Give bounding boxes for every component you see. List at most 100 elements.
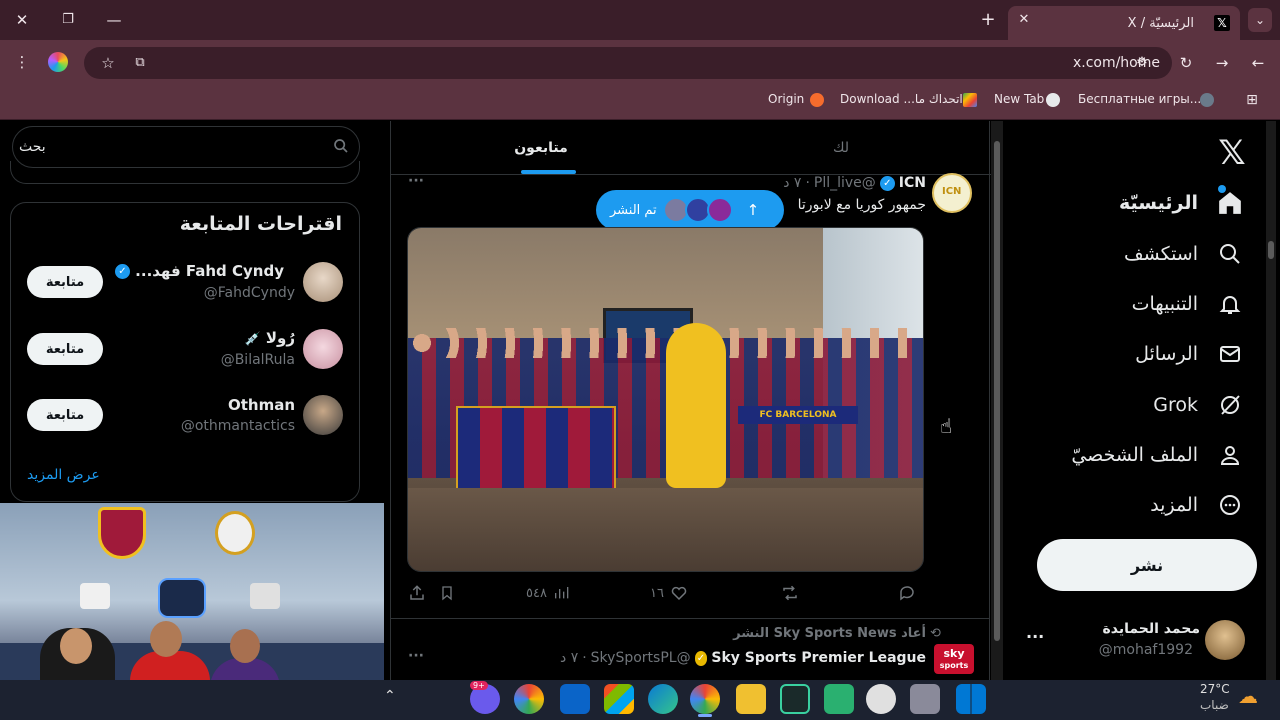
new-tab-icon[interactable]: + (976, 8, 1000, 32)
page-scrollbar[interactable] (1266, 121, 1276, 680)
views-button[interactable]: ٥٤٨ (526, 584, 569, 602)
reply-button[interactable] (898, 584, 916, 602)
sky-avatar-top: sky (943, 647, 965, 660)
page-scrollbar-thumb[interactable] (1268, 241, 1274, 259)
nav-messages[interactable]: الرسائل (1135, 334, 1244, 374)
nav-home-label: الرئيسيّة (1119, 192, 1198, 214)
sky-sports-avatar[interactable]: sky sports (934, 644, 974, 674)
close-window-icon[interactable]: ✕ (10, 8, 34, 32)
suggestion-avatar[interactable] (303, 262, 343, 302)
tab-search-icon[interactable]: ⌄ (1248, 8, 1272, 32)
suggestion-name[interactable]: رُولا 💉 (110, 329, 295, 347)
repost-icon (783, 585, 797, 601)
account-avatar[interactable] (1205, 620, 1245, 660)
tweet-author-avatar[interactable]: ICN (932, 173, 972, 213)
bookmark-icon (442, 586, 452, 601)
tab-for-you[interactable]: لك (691, 121, 991, 174)
bookmark-star-icon[interactable]: ☆ (96, 51, 120, 75)
suggestion-handle[interactable]: @BilalRula (110, 352, 295, 368)
follow-button[interactable]: متابعة (27, 266, 103, 298)
install-app-icon[interactable]: ⧉ (128, 51, 152, 75)
editor-app-icon[interactable] (780, 684, 810, 714)
bookmark-new-tab[interactable]: New Tab (994, 92, 1044, 106)
arrow-up-icon: ↑ (746, 201, 760, 219)
tweet-dot: · (805, 175, 810, 191)
post-button[interactable]: نشر (1037, 539, 1257, 591)
profile-avatar-icon[interactable] (48, 52, 68, 72)
photo-flag (456, 406, 616, 491)
barcelona-crest-icon (98, 507, 146, 559)
menu-dots-icon[interactable]: ⋮ (10, 50, 34, 74)
tab-following[interactable]: متابعون (391, 121, 691, 174)
store-icon[interactable] (604, 684, 634, 714)
previous-box-edge (10, 161, 360, 184)
who-to-follow-title: اقتراحات المتابعة (179, 213, 342, 235)
timeline-scrollbar-thumb[interactable] (994, 141, 1000, 641)
nav-notifications[interactable]: التنبيهات (1132, 284, 1244, 324)
reload-icon[interactable]: ↻ (1174, 51, 1198, 75)
tweet-author-handle[interactable]: @Pll_live (814, 175, 876, 191)
suggestion-name[interactable]: Othman (110, 396, 295, 414)
chrome-active-icon[interactable] (690, 684, 720, 714)
follow-button[interactable]: متابعة (27, 399, 103, 431)
omnibox[interactable] (84, 47, 1172, 79)
repost-note[interactable]: أعاد Sky Sports News النشر (720, 626, 926, 641)
tweet2-header: Sky Sports Premier League ✓ @SkySportsPL… (560, 648, 926, 668)
follow-button[interactable]: متابعة (27, 333, 103, 365)
suggestion-avatar[interactable] (303, 395, 343, 435)
tweet2-more-icon[interactable]: ··· (408, 648, 424, 664)
back-arrow-icon[interactable]: → (1210, 51, 1234, 75)
tweet-time[interactable]: ٧ د (783, 175, 801, 191)
suggestion-avatar[interactable] (303, 329, 343, 369)
like-button[interactable]: ١٦ (650, 584, 688, 602)
taskbar-chevron-up-icon[interactable]: ⌃ (384, 688, 396, 704)
account-more-icon[interactable]: ··· (1026, 627, 1044, 646)
tab-x-home[interactable]: ✕ الرئيسيّة / X 𝕏 (1008, 6, 1240, 40)
new-posts-pill[interactable]: تم النشر ↑ (596, 190, 784, 230)
new-post-avatar (706, 197, 733, 223)
nav-more[interactable]: المزيد (1150, 485, 1244, 525)
tweet2-time[interactable]: ٧ د (560, 650, 578, 666)
tweet-more-icon[interactable]: ··· (408, 173, 424, 189)
apps-grid-icon[interactable]: ⊞ (1240, 88, 1264, 112)
tweet-author-name[interactable]: ICN (899, 175, 926, 191)
x-logo-icon[interactable]: 𝕏 (1210, 131, 1254, 175)
nav-more-label: المزيد (1150, 494, 1198, 516)
edge-icon[interactable] (648, 684, 678, 714)
repost-button[interactable] (780, 584, 800, 602)
suggestion-handle[interactable]: @othmantactics (110, 418, 295, 434)
bookmark-button[interactable] (439, 584, 455, 602)
outlook-icon[interactable] (560, 684, 590, 714)
windows-start-icon[interactable] (956, 684, 986, 714)
timeline-scrollbar[interactable] (991, 121, 1003, 680)
weather-temperature[interactable]: 27°C (1200, 682, 1230, 696)
tweet2-author-handle[interactable]: @SkySportsPL (591, 650, 691, 666)
window-switcher-icon[interactable] (910, 684, 940, 714)
forward-arrow-icon[interactable]: ← (1246, 51, 1270, 75)
gold-verified-badge-icon: ✓ (694, 650, 708, 666)
minimize-window-icon[interactable]: — (102, 8, 126, 32)
show-more-link[interactable]: عرض المزيد (27, 467, 100, 483)
weather-condition: ضباب (1200, 698, 1229, 712)
obs-icon[interactable] (866, 684, 896, 714)
share-button[interactable] (408, 584, 426, 602)
bookmark-origin[interactable]: Origin (768, 92, 804, 106)
tweet-image[interactable]: FC BARCELONA (407, 227, 924, 572)
bookmark-download[interactable]: اتحداك ما... Download (840, 92, 963, 106)
restore-window-icon[interactable]: ❐ (56, 8, 80, 32)
nav-profile[interactable]: الملف الشخصيّ (1071, 435, 1244, 475)
weather-fog-icon[interactable]: ☁ (1238, 684, 1258, 708)
close-tab-icon[interactable]: ✕ (1012, 8, 1036, 32)
file-explorer-icon[interactable] (736, 684, 766, 714)
suggestion-name[interactable]: Fahd Cyndy فهد... ✓ (110, 262, 284, 280)
chat-app-icon[interactable] (824, 684, 854, 714)
nav-messages-label: الرسائل (1135, 343, 1198, 365)
nav-grok[interactable]: Grok (1153, 385, 1244, 425)
suggestion-handle[interactable]: @FahdCyndy (110, 285, 295, 301)
bookmark-free-games[interactable]: Бесплатные игры... (1078, 92, 1201, 106)
chrome-icon[interactable] (514, 684, 544, 714)
nav-explore[interactable]: استكشف (1124, 234, 1244, 274)
site-settings-icon[interactable]: ⚙ (1130, 51, 1154, 75)
tweet2-author-name[interactable]: Sky Sports Premier League (711, 650, 926, 666)
webcam-face (150, 621, 182, 657)
